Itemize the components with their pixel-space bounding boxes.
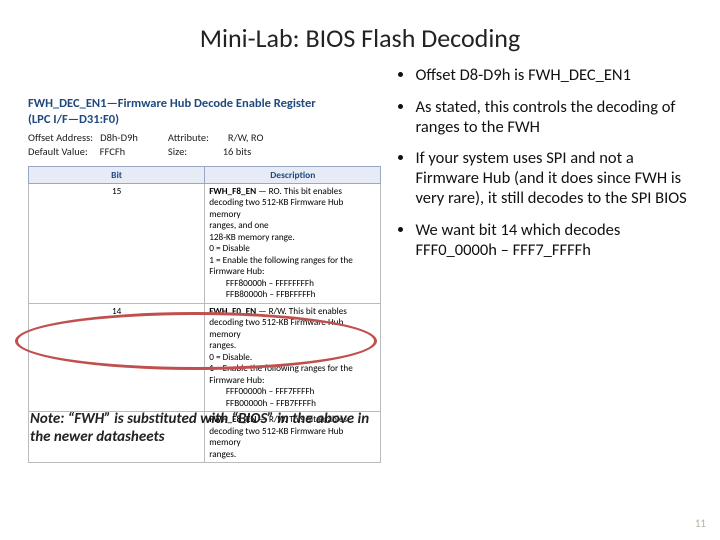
- slide-title: Mini-Lab: BIOS Flash Decoding: [0, 0, 720, 54]
- meta-offset: Offset Address: D8h-D9h: [28, 131, 138, 145]
- list-item: Offset D8-D9h is FWH_DEC_EN1: [415, 66, 692, 86]
- left-column: FWH_DEC_EN1—Firmware Hub Decode Enable R…: [28, 64, 381, 463]
- col-bit: Bit: [29, 166, 205, 183]
- col-desc: Description: [205, 166, 381, 183]
- footnote: Note: “FWH” is substituted with “BIOS” i…: [30, 410, 380, 446]
- list-item: As stated, this controls the decoding of…: [415, 98, 692, 138]
- register-meta: Offset Address: D8h-D9h Default Value: F…: [28, 131, 381, 159]
- bullet-list: Offset D8-D9h is FWH_DEC_EN1 As stated, …: [397, 66, 692, 260]
- table-row: 14 FWH_F0_EN — R/W. This bit enables dec…: [29, 303, 381, 412]
- meta-size: Size: 16 bits: [168, 145, 264, 159]
- list-item: We want bit 14 which decodes FFF0_0000h …: [415, 221, 692, 261]
- list-item: If your system uses SPI and not a Firmwa…: [415, 149, 692, 208]
- page-number: 11: [695, 517, 706, 530]
- meta-default: Default Value: FFCFh: [28, 145, 138, 159]
- content-area: FWH_DEC_EN1—Firmware Hub Decode Enable R…: [0, 54, 720, 463]
- table-row: 15 FWH_F8_EN — RO. This bit enables deco…: [29, 183, 381, 303]
- register-heading: FWH_DEC_EN1—Firmware Hub Decode Enable R…: [28, 96, 381, 127]
- right-column: Offset D8-D9h is FWH_DEC_EN1 As stated, …: [397, 64, 692, 463]
- meta-attribute: Attribute: R/W, RO: [168, 131, 264, 145]
